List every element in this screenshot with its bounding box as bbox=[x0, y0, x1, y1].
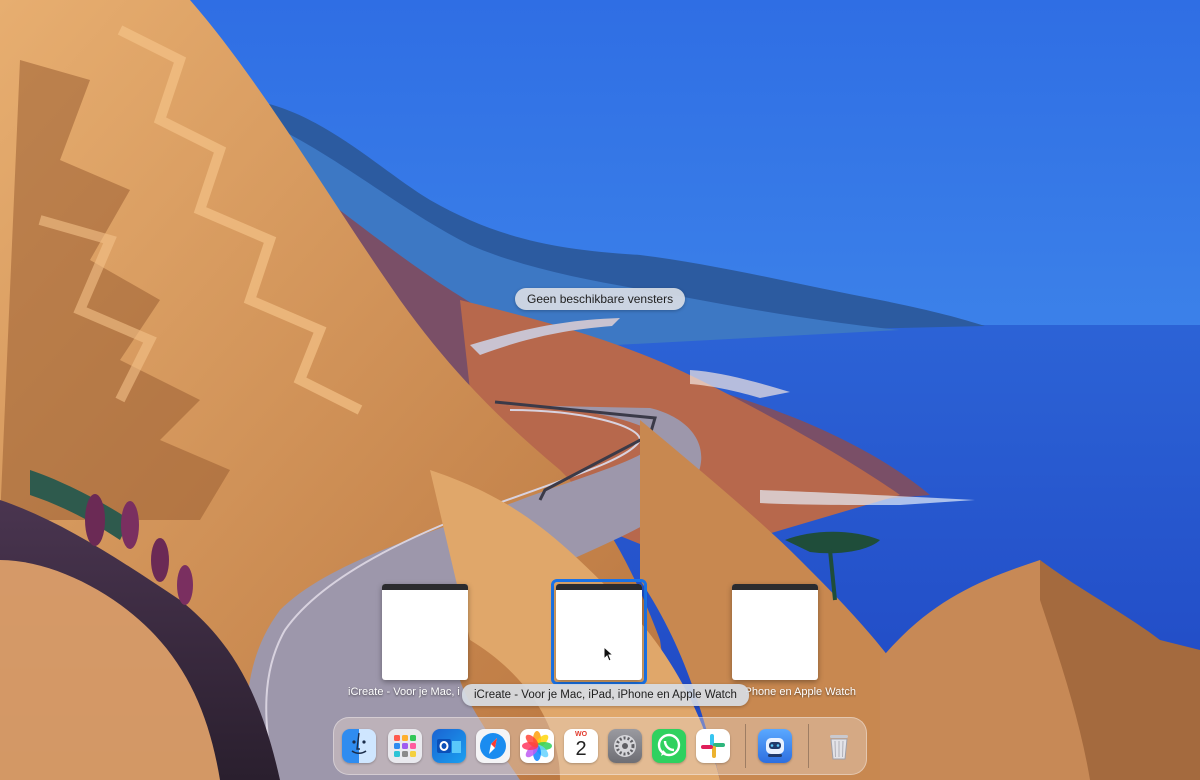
settings-icon bbox=[614, 735, 636, 757]
dock-app[interactable] bbox=[758, 729, 792, 763]
photos-icon bbox=[522, 731, 552, 761]
calendar-icon: WO 2 bbox=[564, 729, 598, 763]
dock-outlook[interactable] bbox=[432, 729, 466, 763]
dock-safari[interactable] bbox=[476, 729, 510, 763]
dock-slack[interactable] bbox=[696, 729, 730, 763]
dock-photos[interactable] bbox=[520, 729, 554, 763]
window-caption-3: iCreate - Voor je Mac, iPad, iPhone en A… bbox=[746, 686, 856, 698]
safari-icon bbox=[480, 733, 506, 759]
trash-icon bbox=[830, 735, 848, 760]
finder-icon bbox=[351, 732, 367, 755]
slack-icon bbox=[701, 734, 725, 758]
dock-finder[interactable] bbox=[342, 729, 376, 763]
window-titlebar bbox=[382, 584, 468, 590]
window-caption-2: iCreate - Voor je Mac, iPad, iPhone en A… bbox=[462, 684, 749, 706]
whatsapp-icon bbox=[657, 733, 681, 757]
mouse-cursor-icon bbox=[603, 646, 613, 662]
dock-separator bbox=[808, 724, 809, 768]
launchpad-icon bbox=[394, 735, 416, 757]
app-icon bbox=[766, 738, 784, 757]
dock-calendar[interactable]: WO 2 bbox=[564, 729, 598, 763]
dock-system-settings[interactable] bbox=[608, 729, 642, 763]
window-titlebar bbox=[556, 584, 642, 590]
no-windows-label: Geen beschikbare vensters bbox=[515, 288, 686, 310]
window-titlebar bbox=[732, 584, 818, 590]
dock-trash[interactable] bbox=[822, 729, 856, 763]
outlook-icon bbox=[437, 739, 461, 753]
window-thumbnail-2[interactable] bbox=[556, 584, 642, 680]
dock-launchpad[interactable] bbox=[388, 729, 422, 763]
window-thumbnail-1[interactable] bbox=[382, 584, 468, 680]
dock-whatsapp[interactable] bbox=[652, 729, 686, 763]
dock-separator bbox=[745, 724, 746, 768]
window-caption-1: iCreate - Voor je Mac, iPad, iPhone en A… bbox=[348, 686, 460, 698]
window-thumbnail-3[interactable] bbox=[732, 584, 818, 680]
calendar-day: 2 bbox=[575, 738, 587, 760]
calendar-month: WO bbox=[574, 731, 588, 738]
